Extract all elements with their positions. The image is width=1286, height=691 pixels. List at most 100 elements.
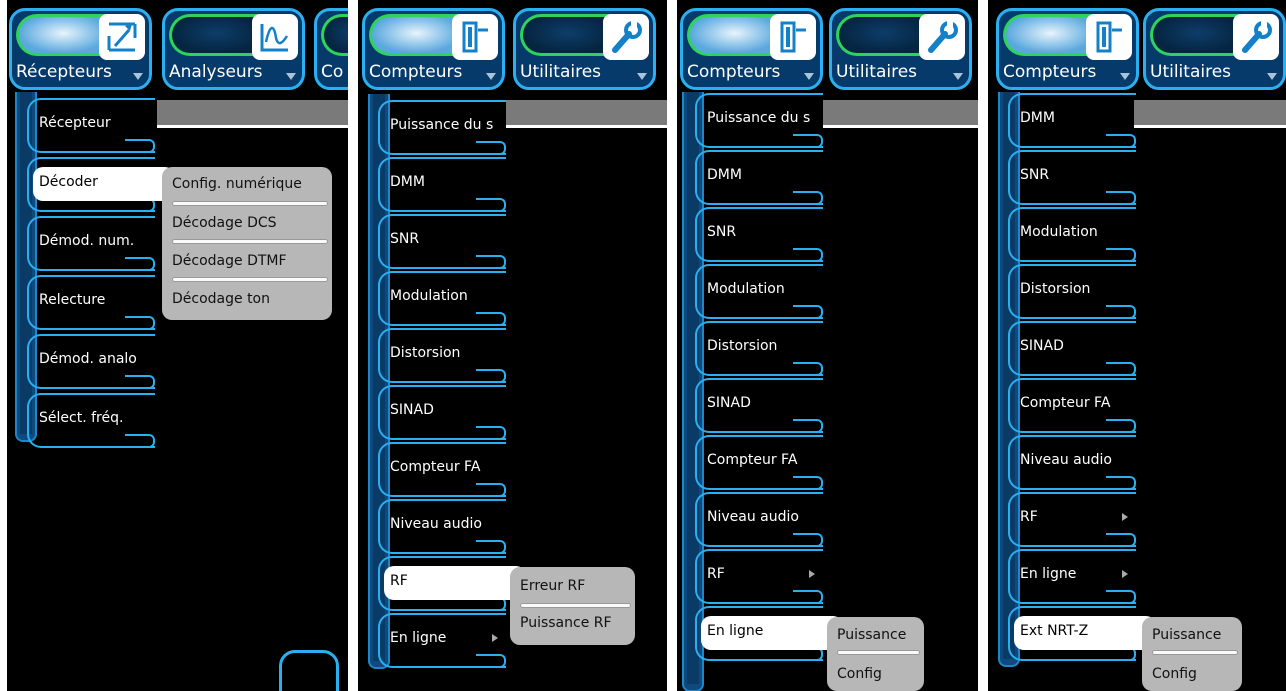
submenu-puissance-rf[interactable]: Puissance RF xyxy=(510,615,635,631)
header-bar xyxy=(157,100,348,126)
separator xyxy=(1152,650,1238,655)
menu-item-modulation[interactable]: Modulation xyxy=(378,271,506,326)
utilities-menu-button[interactable]: Utilitaires xyxy=(513,8,656,90)
analyzers-menu-button[interactable]: Analyseurs xyxy=(162,8,305,90)
meters-label: Compteurs xyxy=(687,62,781,82)
menu-item-sinad[interactable]: SINAD xyxy=(378,385,506,440)
menu-item-select-freq[interactable]: Sélect. fréq. xyxy=(27,393,155,448)
utilities-menu-button[interactable]: Utilitaires xyxy=(1143,8,1286,90)
meters-menu-button[interactable]: Compteurs xyxy=(680,8,823,90)
panel-meters-rf: Compteurs Utilitaires Puissance du s DMM… xyxy=(358,0,667,691)
meters-icon xyxy=(452,14,498,60)
menu-item-sinad[interactable]: SINAD xyxy=(695,378,823,433)
menu-item-niveau-audio[interactable]: Niveau audio xyxy=(1008,435,1136,490)
header-bar xyxy=(823,100,978,126)
submenu-decodage-ton[interactable]: Décodage ton xyxy=(162,291,332,307)
indicator xyxy=(836,14,928,56)
menu-item-distorsion[interactable]: Distorsion xyxy=(695,321,823,376)
utilities-label: Utilitaires xyxy=(836,62,918,82)
wrench-icon xyxy=(1233,14,1279,60)
menu-item-demod-num[interactable]: Démod. num. xyxy=(27,216,155,271)
menu-item-puissance[interactable]: Puissance du s xyxy=(378,100,506,155)
active-indicator xyxy=(1003,14,1095,56)
meters-menu-button[interactable]: Compteurs xyxy=(996,8,1139,90)
indicator xyxy=(321,14,348,56)
chevron-right-icon xyxy=(1122,570,1128,578)
menu-item-rf[interactable]: RF xyxy=(1008,492,1136,547)
chevron-right-icon xyxy=(1122,513,1128,521)
wrench-icon xyxy=(603,14,649,60)
menu-item-compteur-fa[interactable]: Compteur FA xyxy=(378,442,506,497)
submenu-config[interactable]: Config xyxy=(1142,666,1242,682)
partial-label: Co xyxy=(321,62,344,82)
receivers-icon xyxy=(99,14,145,60)
header-bar xyxy=(1134,100,1286,126)
submenu-config-numerique[interactable]: Config. numérique xyxy=(162,176,332,192)
menu-item-dmm[interactable]: DMM xyxy=(695,150,823,205)
menu-item-rf[interactable]: RF xyxy=(695,549,823,604)
receivers-label: Récepteurs xyxy=(16,62,112,82)
submenu-config[interactable]: Config xyxy=(827,666,924,682)
indicator xyxy=(520,14,612,56)
submenu-puissance[interactable]: Puissance xyxy=(827,627,924,643)
submenu-decodage-dtmf[interactable]: Décodage DTMF xyxy=(162,253,332,269)
menu-item-snr[interactable]: SNR xyxy=(1008,150,1136,205)
menu-item-dmm[interactable]: DMM xyxy=(378,157,506,212)
divider xyxy=(823,125,978,128)
menu-item-modulation[interactable]: Modulation xyxy=(1008,207,1136,262)
menu-item-snr[interactable]: SNR xyxy=(695,207,823,262)
active-indicator xyxy=(16,14,108,56)
submenu-erreur-rf[interactable]: Erreur RF xyxy=(510,578,635,594)
menu-item-modulation[interactable]: Modulation xyxy=(695,264,823,319)
meters-menu-button[interactable]: Compteurs xyxy=(362,8,505,90)
chevron-right-icon xyxy=(809,570,815,578)
menu-item-distorsion[interactable]: Distorsion xyxy=(378,328,506,383)
divider xyxy=(1134,125,1286,128)
chevron-down-icon xyxy=(804,73,814,80)
menu-item-rf[interactable]: RF xyxy=(378,556,526,611)
menu-item-demod-analog[interactable]: Démod. analo xyxy=(27,334,155,389)
utilities-label: Utilitaires xyxy=(520,62,602,82)
active-indicator xyxy=(687,14,779,56)
menu-item-sinad[interactable]: SINAD xyxy=(1008,321,1136,376)
menu-item-ext-nrt-z[interactable]: Ext NRT-Z xyxy=(1008,606,1156,661)
active-indicator xyxy=(369,14,461,56)
menu-item-en-ligne[interactable]: En ligne xyxy=(695,606,843,661)
partial-menu-button[interactable]: Co xyxy=(314,8,348,90)
menu-item-en-ligne[interactable]: En ligne xyxy=(378,613,506,668)
meters-icon xyxy=(1086,14,1132,60)
menu-item-niveau-audio[interactable]: Niveau audio xyxy=(695,492,823,547)
menu-item-recepteur[interactable]: Récepteur xyxy=(27,98,155,153)
separator xyxy=(172,239,328,244)
rf-submenu: Erreur RF Puissance RF xyxy=(510,567,635,645)
chevron-down-icon xyxy=(1120,73,1130,80)
menu-item-en-ligne[interactable]: En ligne xyxy=(1008,549,1136,604)
indicator xyxy=(169,14,261,56)
chevron-down-icon xyxy=(637,73,647,80)
indicator xyxy=(1150,14,1242,56)
menu-item-decoder[interactable]: Décoder xyxy=(27,157,175,212)
ext-submenu: Puissance Config xyxy=(1142,617,1242,691)
submenu-decodage-dcs[interactable]: Décodage DCS xyxy=(162,215,332,231)
corner-button[interactable] xyxy=(279,650,339,691)
decoder-submenu: Config. numérique Décodage DCS Décodage … xyxy=(162,167,332,320)
chevron-down-icon xyxy=(133,73,143,80)
separator xyxy=(172,201,328,206)
menu-item-dmm[interactable]: DMM xyxy=(1008,93,1136,148)
separator xyxy=(520,603,631,608)
chevron-down-icon xyxy=(1267,73,1277,80)
menu-item-niveau-audio[interactable]: Niveau audio xyxy=(378,499,506,554)
menu-item-relecture[interactable]: Relecture xyxy=(27,275,155,330)
utilities-menu-button[interactable]: Utilitaires xyxy=(829,8,972,90)
menu-item-puissance[interactable]: Puissance du s xyxy=(695,93,823,148)
submenu-puissance[interactable]: Puissance xyxy=(1142,627,1242,643)
meters-label: Compteurs xyxy=(1003,62,1097,82)
menu-item-snr[interactable]: SNR xyxy=(378,214,506,269)
chevron-down-icon xyxy=(286,73,296,80)
separator xyxy=(172,277,328,282)
menu-item-compteur-fa[interactable]: Compteur FA xyxy=(695,435,823,490)
menu-item-distorsion[interactable]: Distorsion xyxy=(1008,264,1136,319)
chevron-down-icon xyxy=(486,73,496,80)
receivers-menu-button[interactable]: Récepteurs xyxy=(9,8,152,90)
menu-item-compteur-fa[interactable]: Compteur FA xyxy=(1008,378,1136,433)
